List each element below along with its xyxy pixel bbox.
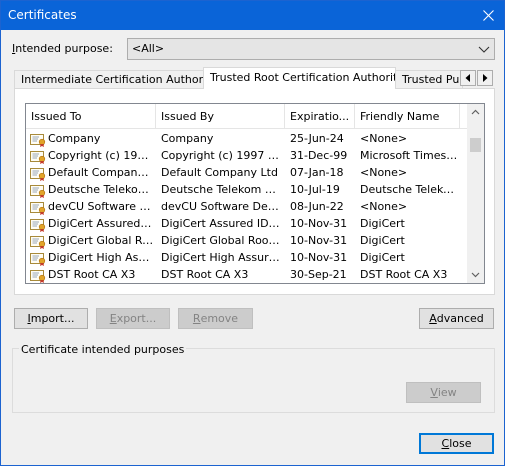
certificate-icon — [30, 168, 46, 181]
certificate-purposes-label: Certificate intended purposes — [19, 343, 187, 356]
cell-issued-to: DigiCert High Assur... — [48, 251, 154, 264]
list-body: Company Company 25-Jun-24 <None> Copyright (… — [26, 131, 467, 283]
cell-issued-to: DigiCert Assured ID... — [48, 217, 154, 230]
intended-purpose-dropdown[interactable]: <All> — [127, 38, 495, 60]
close-icon — [482, 10, 494, 21]
cell-issued-by: Deutsche Telekom Ro... — [161, 183, 282, 196]
cell-friendly-name: DigiCert — [360, 217, 405, 230]
tab-scroll-right-button[interactable] — [477, 70, 493, 86]
advanced-button[interactable]: Advanced — [419, 308, 494, 329]
certificate-list[interactable]: Issued To Issued By Expiratio... Friendl… — [25, 103, 485, 284]
list-item[interactable]: DigiCert High Assur... DigiCert High Assu… — [26, 250, 467, 267]
tab-strip: Intermediate Certification Authorities T… — [14, 67, 494, 89]
tab-intermediate-ca[interactable]: Intermediate Certification Authorities — [14, 70, 204, 88]
cell-expiration: 10-Nov-31 — [290, 217, 348, 230]
cell-issued-by: DigiCert Global Root CA — [161, 234, 282, 247]
cell-issued-to: Default Company Ltd — [48, 166, 154, 179]
dropdown-arrow-icon — [478, 46, 490, 53]
cell-friendly-name: Microsoft Timest... — [360, 149, 458, 162]
tab-scroll-right-icon — [483, 74, 488, 82]
cell-friendly-name: <None> — [360, 200, 408, 213]
view-button[interactable]: View — [406, 382, 481, 403]
remove-button[interactable]: Remove — [178, 308, 253, 329]
certificate-icon — [30, 270, 46, 283]
cell-issued-by: devCU Software Dev... — [161, 200, 282, 213]
intended-purpose-value: <All> — [132, 42, 165, 55]
scroll-up-icon[interactable] — [471, 108, 480, 117]
cell-expiration: 07-Jan-18 — [290, 166, 344, 179]
column-friendly-name[interactable]: Friendly Name — [355, 104, 460, 128]
list-item[interactable]: DigiCert Assured ID... DigiCert Assured I… — [26, 216, 467, 233]
cell-friendly-name: Deutsche Teleko... — [360, 183, 458, 196]
cell-issued-to: DST Root CA X3 — [48, 268, 136, 281]
certificates-dialog: Certificates Intended purpose: <All> Int… — [0, 0, 505, 466]
cell-issued-to: Copyright (c) 1997 ... — [48, 149, 154, 162]
list-item[interactable]: Default Company Ltd Default Company Ltd 07… — [26, 165, 467, 182]
cell-issued-by: Company — [161, 132, 214, 145]
column-issued-by[interactable]: Issued By — [156, 104, 285, 128]
cell-expiration: 31-Dec-99 — [290, 149, 348, 162]
intended-purpose-label: Intended purpose: — [12, 42, 113, 55]
title-bar: Certificates — [1, 1, 504, 30]
cell-friendly-name: <None> — [360, 166, 408, 179]
import-button[interactable]: Import... — [14, 308, 88, 329]
close-window-button[interactable] — [472, 1, 504, 30]
cell-expiration: 10-Jul-19 — [290, 183, 340, 196]
cell-expiration: 30-Sep-21 — [290, 268, 347, 281]
list-item[interactable]: devCU Software D... devCU Software Dev...… — [26, 199, 467, 216]
list-item[interactable]: DST Root CA X3 DST Root CA X3 30-Sep-21 DST… — [26, 267, 467, 283]
list-item[interactable]: DigiCert Global Roo... DigiCert Global Ro… — [26, 233, 467, 250]
cell-issued-to: Deutsche Telekom ... — [48, 183, 154, 196]
tab-trusted-publishers[interactable]: Trusted Publ — [395, 70, 463, 88]
column-expiration[interactable]: Expiratio... — [285, 104, 355, 128]
list-header: Issued To Issued By Expiratio... Friendl… — [26, 104, 467, 129]
column-issued-to[interactable]: Issued To — [26, 104, 156, 128]
cell-expiration: 08-Jun-22 — [290, 200, 344, 213]
certificate-icon — [30, 202, 46, 215]
certificate-icon — [30, 236, 46, 249]
cell-issued-by: DigiCert Assured ID R... — [161, 217, 282, 230]
list-vertical-scrollbar[interactable] — [467, 104, 484, 283]
list-item[interactable]: Copyright (c) 1997 ... Copyright (c) 1997… — [26, 148, 467, 165]
certificate-purposes-group — [12, 348, 495, 413]
cell-issued-by: Copyright (c) 1997 Mi... — [161, 149, 282, 162]
cell-issued-to: Company — [48, 132, 101, 145]
cell-friendly-name: DST Root CA X3 — [360, 268, 448, 281]
close-button[interactable]: Close — [419, 433, 494, 454]
tab-panel: Issued To Issued By Expiratio... Friendl… — [14, 88, 495, 295]
certificate-icon — [30, 151, 46, 164]
cell-expiration: 10-Nov-31 — [290, 234, 348, 247]
cell-expiration: 10-Nov-31 — [290, 251, 348, 264]
list-item[interactable]: Deutsche Telekom ... Deutsche Telekom Ro.… — [26, 182, 467, 199]
cell-friendly-name: <None> — [360, 132, 408, 145]
cell-issued-by: Default Company Ltd — [161, 166, 278, 179]
cell-issued-by: DST Root CA X3 — [161, 268, 249, 281]
tab-trusted-root-ca[interactable]: Trusted Root Certification Authorities — [203, 67, 396, 89]
tab-scroll-left-icon — [465, 74, 470, 82]
certificate-icon — [30, 185, 46, 198]
scrollbar-thumb[interactable] — [470, 138, 481, 152]
cell-friendly-name: DigiCert — [360, 234, 405, 247]
scroll-down-icon[interactable] — [471, 270, 480, 279]
cell-friendly-name: DigiCert — [360, 251, 405, 264]
cell-issued-to: DigiCert Global Roo... — [48, 234, 154, 247]
window-title: Certificates — [8, 8, 77, 22]
certificate-icon — [30, 253, 46, 266]
export-button[interactable]: Export... — [96, 308, 170, 329]
cell-issued-to: devCU Software D... — [48, 200, 154, 213]
cell-issued-by: DigiCert High Assuran... — [161, 251, 282, 264]
certificate-icon — [30, 134, 46, 147]
certificate-icon — [30, 219, 46, 232]
tab-scroll-left-button[interactable] — [460, 70, 476, 86]
list-item[interactable]: Company Company 25-Jun-24 <None> — [26, 131, 467, 148]
cell-expiration: 25-Jun-24 — [290, 132, 344, 145]
